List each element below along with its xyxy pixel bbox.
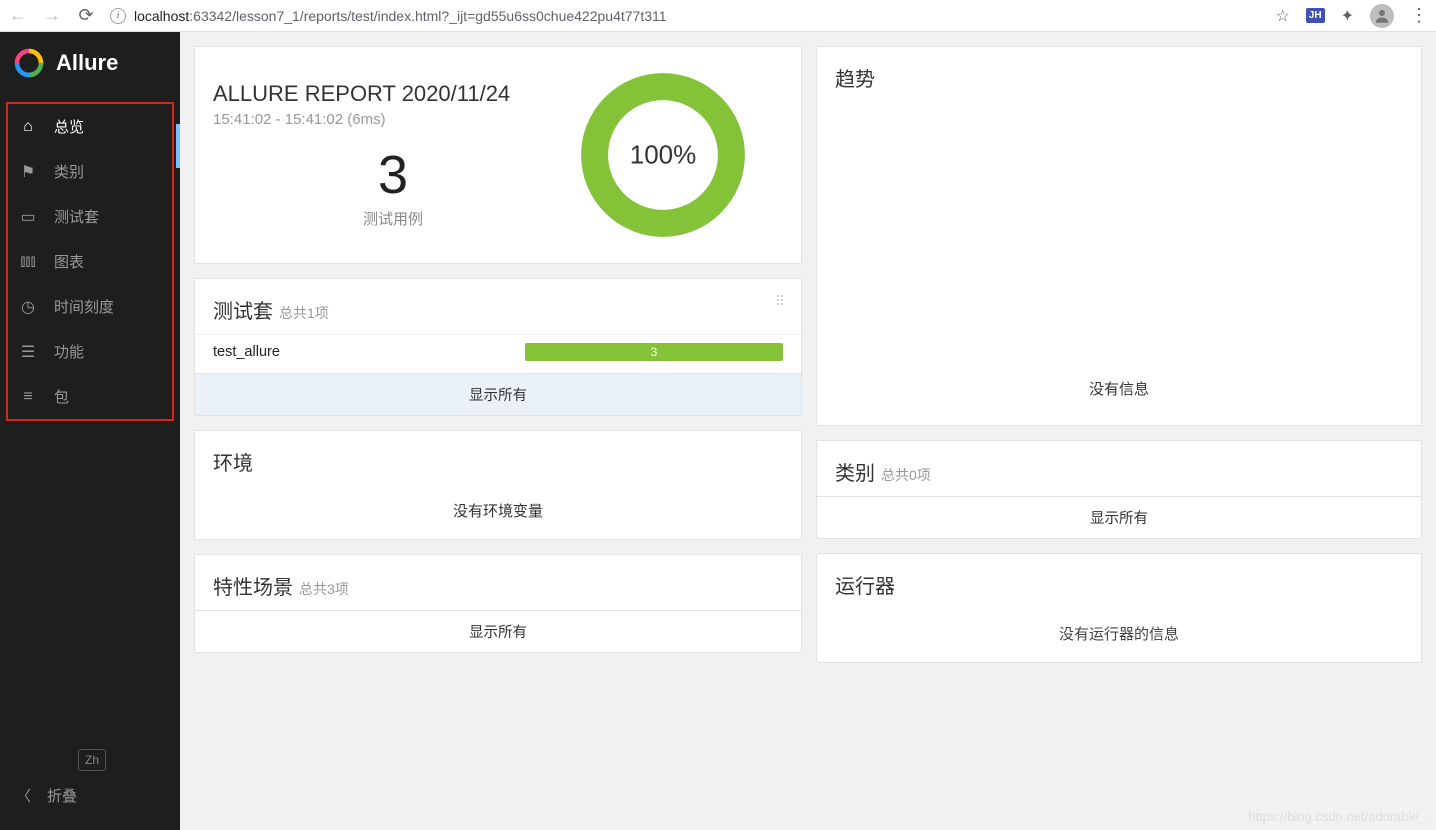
pass-rate-donut: 100%: [573, 65, 753, 245]
reload-button[interactable]: ⟳: [76, 5, 96, 26]
allure-logo-icon: [14, 48, 44, 78]
address-bar[interactable]: i localhost:63342/lesson7_1/reports/test…: [110, 8, 1261, 24]
features-widget: 特性场景 总共3项 显示所有: [194, 554, 802, 653]
widget-title: 测试套: [213, 295, 273, 324]
site-info-icon[interactable]: i: [110, 8, 126, 24]
widget-title: 特性场景: [213, 571, 293, 600]
star-icon[interactable]: ☆: [1275, 6, 1289, 26]
report-time: 15:41:02 - 15:41:02 (6ms): [213, 111, 573, 128]
menu-icon[interactable]: ⋮: [1410, 5, 1428, 26]
sidebar-item-categories[interactable]: ⚑ 类别: [8, 149, 172, 194]
collapse-label: 折叠: [47, 785, 77, 806]
suite-row[interactable]: test_allure 3: [195, 334, 801, 373]
widget-title: 类别: [835, 457, 875, 486]
widget-title: 环境: [213, 447, 253, 476]
categories-widget: 类别 总共0项 显示所有: [816, 440, 1422, 539]
list-icon: ☰: [18, 342, 38, 362]
show-all-button[interactable]: 显示所有: [195, 610, 801, 652]
report-title: ALLURE REPORT 2020/11/24: [213, 81, 573, 107]
sidebar-item-graphs[interactable]: ⫾⫾⫾ 图表: [8, 239, 172, 284]
language-selector[interactable]: Zh: [78, 749, 106, 771]
back-button[interactable]: ←: [8, 5, 28, 26]
sidebar-item-packages[interactable]: ≡ 包: [8, 374, 172, 419]
nav-group-highlight: ⌂ 总览 ⚑ 类别 ▭ 测试套 ⫾⫾⫾ 图表 ◷ 时间刻度 ☰ 功能: [6, 102, 174, 421]
show-all-button[interactable]: 显示所有: [817, 496, 1421, 538]
browser-toolbar: ← → ⟳ i localhost:63342/lesson7_1/report…: [0, 0, 1436, 32]
widget-title: 运行器: [835, 570, 895, 599]
sidebar-item-label: 类别: [54, 161, 84, 182]
home-icon: ⌂: [18, 118, 38, 136]
brand-name: Allure: [56, 50, 118, 76]
profile-avatar[interactable]: [1370, 4, 1394, 28]
suite-bar: 3: [525, 343, 783, 361]
main-content: ALLURE REPORT 2020/11/24 15:41:02 - 15:4…: [180, 32, 1436, 830]
briefcase-icon: ▭: [18, 207, 38, 227]
suites-widget: 测试套 总共1项 ⠿ test_allure 3 显示所有: [194, 278, 802, 416]
empty-message: 没有运行器的信息: [817, 609, 1421, 662]
empty-message: 没有环境变量: [195, 486, 801, 539]
sidebar-item-label: 包: [54, 386, 69, 407]
drag-handle-icon[interactable]: ⠿: [775, 293, 787, 310]
sidebar-item-label: 功能: [54, 341, 84, 362]
empty-message: 没有信息: [817, 364, 1421, 417]
widget-subtitle: 总共0项: [881, 465, 931, 485]
summary-widget: ALLURE REPORT 2020/11/24 15:41:02 - 15:4…: [194, 46, 802, 264]
watermark: https://blog.csdn.net/adorable_: [1248, 809, 1426, 824]
chart-icon: ⫾⫾⫾: [18, 253, 38, 271]
clock-icon: ◷: [18, 297, 38, 317]
sidebar-item-timeline[interactable]: ◷ 时间刻度: [8, 284, 172, 329]
widget-subtitle: 总共3项: [299, 579, 349, 599]
test-count-label: 测试用例: [213, 208, 573, 229]
show-all-button[interactable]: 显示所有: [195, 373, 801, 415]
test-count: 3: [213, 144, 573, 206]
suite-name: test_allure: [213, 344, 513, 360]
sidebar-item-behaviors[interactable]: ☰ 功能: [8, 329, 172, 374]
sidebar-item-label: 测试套: [54, 206, 99, 227]
widget-title: 趋势: [835, 63, 875, 92]
flag-icon: ⚑: [18, 162, 38, 182]
align-icon: ≡: [18, 388, 38, 406]
pass-rate-pct: 100%: [630, 140, 697, 171]
sidebar-item-label: 时间刻度: [54, 296, 114, 317]
widget-subtitle: 总共1项: [279, 303, 329, 323]
brand[interactable]: Allure: [0, 32, 180, 96]
extension-badge[interactable]: JH: [1306, 8, 1325, 23]
sidebar-item-label: 图表: [54, 251, 84, 272]
url-text: localhost:63342/lesson7_1/reports/test/i…: [134, 8, 667, 24]
extensions-icon[interactable]: ✦: [1341, 6, 1354, 26]
sidebar-item-overview[interactable]: ⌂ 总览: [8, 104, 172, 149]
forward-button[interactable]: →: [42, 5, 62, 26]
collapse-button[interactable]: 〈 折叠: [0, 771, 180, 820]
environment-widget: 环境 没有环境变量: [194, 430, 802, 540]
chevron-left-icon: 〈: [16, 785, 31, 806]
sidebar: Allure ⌂ 总览 ⚑ 类别 ▭ 测试套 ⫾⫾⫾ 图表 ◷ 时间刻度: [0, 32, 180, 830]
trend-widget: 趋势 没有信息: [816, 46, 1422, 426]
sidebar-item-label: 总览: [54, 116, 84, 137]
sidebar-item-suites[interactable]: ▭ 测试套: [8, 194, 172, 239]
executor-widget: 运行器 没有运行器的信息: [816, 553, 1422, 663]
